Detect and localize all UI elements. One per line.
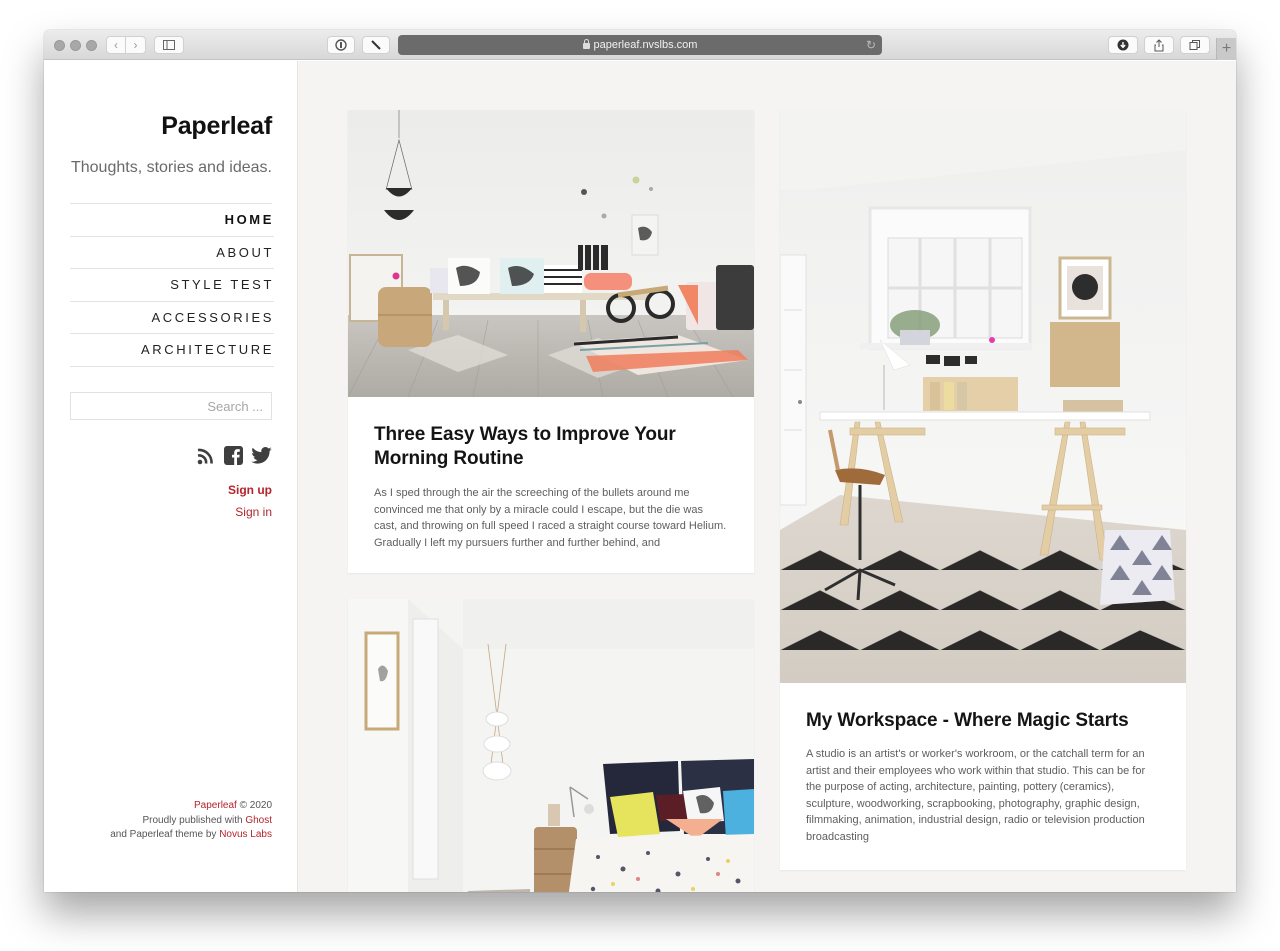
minimize-window-button[interactable] [70, 40, 81, 51]
twitter-icon [251, 447, 272, 464]
menu-item-home[interactable]: HOME [70, 204, 274, 237]
site-title[interactable]: Paperleaf [161, 112, 272, 141]
pen-icon [371, 40, 381, 50]
post-excerpt: As I sped through the air the screeching… [374, 487, 727, 549]
post-card-body: My Workspace - Where Magic Starts A stud… [780, 683, 1186, 846]
back-button[interactable]: ‹ [106, 36, 126, 54]
password-manager-icon [335, 39, 347, 51]
chevron-left-icon: ‹ [114, 38, 118, 52]
footer-published-text: Proudly published with [142, 814, 246, 826]
novus-labs-link[interactable]: Novus Labs [219, 829, 272, 840]
reload-icon[interactable]: ↻ [866, 38, 876, 52]
post-image-bedroom[interactable] [348, 599, 754, 892]
footer-theme-text: and Paperleaf theme by [110, 829, 220, 840]
living-room-photo [348, 110, 754, 397]
address-bar[interactable]: paperleaf.nvslbs.com ↻ [398, 35, 882, 55]
sign-in-link[interactable]: Sign in [235, 505, 272, 519]
menu-item-style-test[interactable]: STYLE TEST [70, 269, 274, 302]
footer-brand-link[interactable]: Paperleaf [194, 800, 237, 811]
lock-icon [582, 39, 590, 49]
web-page: Paperleaf Thoughts, stories and ideas. H… [44, 61, 1236, 892]
social-links [196, 446, 272, 465]
close-window-button[interactable] [54, 40, 65, 51]
post-title[interactable]: My Workspace - Where Magic Starts [806, 709, 1160, 733]
workspace-photo [780, 110, 1186, 683]
footer-published-line: Proudly published with Ghost [110, 814, 272, 829]
history-nav: ‹ › [106, 36, 146, 54]
site-description: Thoughts, stories and ideas. [70, 159, 272, 176]
forward-button[interactable]: › [126, 36, 146, 54]
menu-item-accessories[interactable]: ACCESSORIES [70, 302, 274, 334]
main-menu: HOME ABOUT STYLE TEST ACCESSORIES ARCHIT… [70, 203, 274, 367]
post-excerpt: A studio is an artist's or worker's work… [806, 748, 1146, 843]
post-title[interactable]: Three Easy Ways to Improve Your Morning … [374, 423, 728, 471]
password-manager-button[interactable] [327, 36, 355, 54]
menu-item-about[interactable]: ABOUT [70, 237, 274, 269]
ghost-link[interactable]: Ghost [245, 815, 272, 826]
sidebar-icon [163, 40, 175, 50]
extension-button[interactable] [362, 36, 390, 54]
share-icon [1154, 38, 1164, 51]
facebook-link[interactable] [224, 446, 243, 465]
post-card[interactable]: Three Easy Ways to Improve Your Morning … [348, 110, 754, 573]
post-card-body: Three Easy Ways to Improve Your Morning … [348, 397, 754, 551]
browser-window: ‹ › paperleaf.nvslbs.com ↻ + Paperleaf T… [44, 30, 1236, 892]
facebook-icon [224, 446, 243, 465]
rss-icon [197, 448, 213, 464]
browser-toolbar: ‹ › paperleaf.nvslbs.com ↻ + [44, 30, 1236, 60]
post-card[interactable]: My Workspace - Where Magic Starts A stud… [780, 110, 1186, 870]
downloads-button[interactable] [1108, 36, 1138, 54]
menu-item-architecture[interactable]: ARCHITECTURE [70, 334, 274, 367]
bedroom-photo [348, 599, 754, 892]
zoom-window-button[interactable] [86, 40, 97, 51]
sidebar-content: Paperleaf Thoughts, stories and ideas. H… [70, 61, 274, 892]
download-icon [1117, 39, 1129, 51]
share-button[interactable] [1144, 36, 1174, 54]
tabs-overview-button[interactable] [1180, 36, 1210, 54]
new-tab-button[interactable]: + [1216, 38, 1236, 60]
sidebar: Paperleaf Thoughts, stories and ideas. H… [44, 61, 298, 892]
post-image-living-room[interactable] [348, 110, 754, 397]
post-image-workspace[interactable] [780, 110, 1186, 683]
sidebar-toggle-button[interactable] [154, 36, 184, 54]
sign-up-link[interactable]: Sign up [228, 483, 272, 497]
footer-copyright-line: Paperleaf © 2020 [110, 799, 272, 814]
search-input[interactable] [70, 392, 272, 420]
tabs-overview-icon [1189, 40, 1200, 50]
url-text: paperleaf.nvslbs.com [593, 39, 698, 51]
rss-link[interactable] [196, 447, 216, 465]
site-footer: Paperleaf © 2020 Proudly published with … [110, 799, 272, 843]
twitter-link[interactable] [251, 447, 272, 464]
chevron-right-icon: › [133, 38, 138, 52]
footer-copyright: © 2020 [236, 800, 272, 811]
footer-theme-line: and Paperleaf theme by Novus Labs [110, 828, 272, 843]
post-card[interactable] [348, 599, 754, 892]
